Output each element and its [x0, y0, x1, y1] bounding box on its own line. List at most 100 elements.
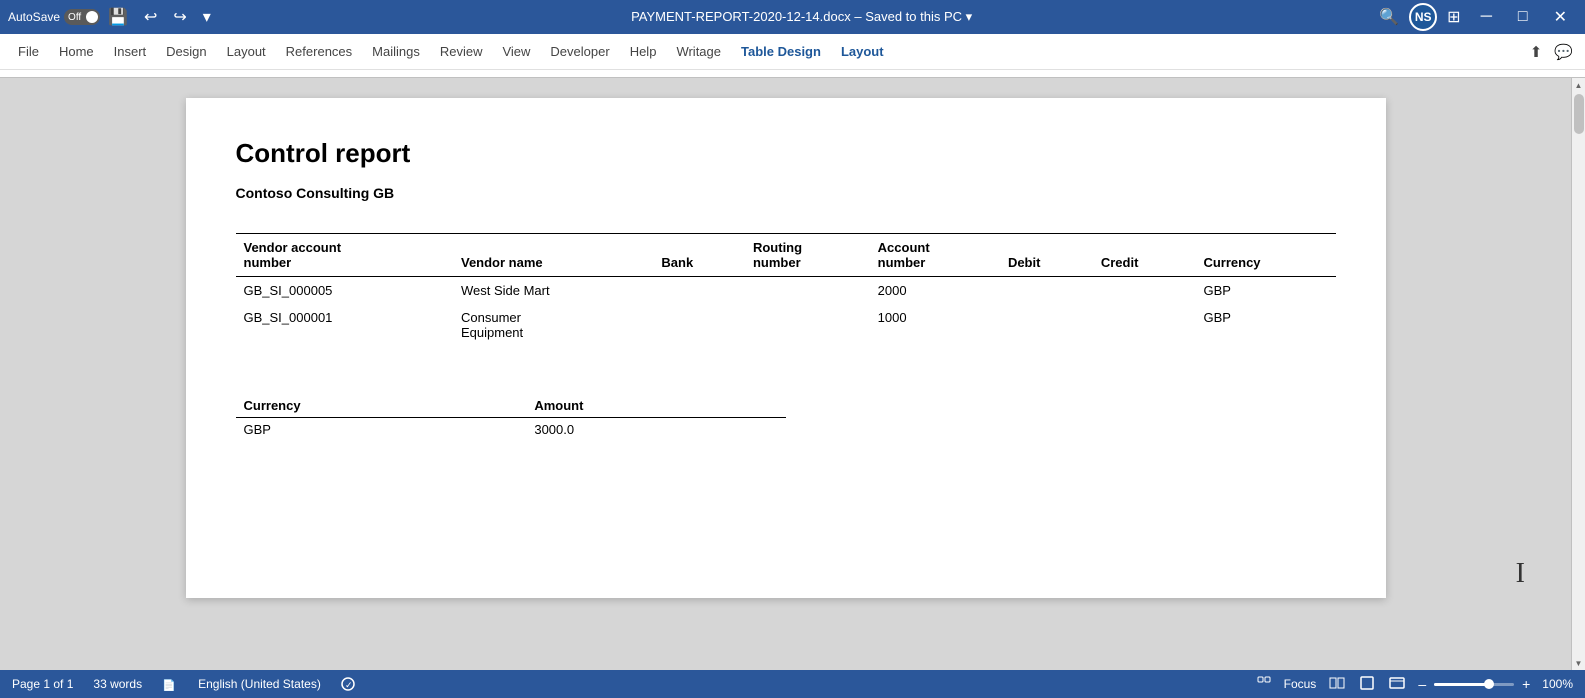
redo-icon[interactable]: ↪: [169, 5, 190, 29]
restore-button[interactable]: □: [1508, 6, 1538, 28]
scrollbar-track[interactable]: [1572, 92, 1585, 656]
autosave-toggle[interactable]: Off: [64, 9, 100, 25]
table-row: GB_SI_000001 ConsumerEquipment 1000 GBP: [236, 304, 1336, 346]
cell-vendor-account-2: GB_SI_000001: [236, 304, 453, 346]
col-currency: Currency: [1195, 234, 1335, 277]
cell-routing-2: [745, 304, 870, 346]
cell-vendor-name-1: West Side Mart: [453, 277, 653, 305]
cell-currency-1: GBP: [1195, 277, 1335, 305]
minimize-button[interactable]: ─: [1471, 6, 1502, 28]
read-mode-button[interactable]: [1324, 674, 1350, 695]
scroll-down-arrow[interactable]: ▼: [1572, 656, 1585, 670]
save-status-arrow[interactable]: ▾: [966, 9, 973, 24]
ribbon: [0, 70, 1585, 78]
toggle-knob: [86, 11, 98, 23]
quick-access-toolbar: 💾 ↩ ↪ ▾: [104, 5, 215, 29]
zoom-in-button[interactable]: +: [1518, 675, 1534, 693]
menu-bar: File Home Insert Design Layout Reference…: [0, 34, 1585, 70]
col-account-number: Accountnumber: [870, 234, 1000, 277]
title-bar: AutoSave Off 💾 ↩ ↪ ▾ PAYMENT-REPORT-2020…: [0, 0, 1585, 34]
cell-credit-1: [1093, 277, 1196, 305]
page-info[interactable]: Page 1 of 1: [8, 675, 77, 693]
menu-view[interactable]: View: [492, 38, 540, 65]
document-page: Control report Contoso Consulting GB Ven…: [186, 98, 1386, 598]
cell-credit-2: [1093, 304, 1196, 346]
cell-vendor-name-2: ConsumerEquipment: [453, 304, 653, 346]
cell-vendor-account-1: GB_SI_000005: [236, 277, 453, 305]
cell-bank-2: [653, 304, 745, 346]
cell-debit-2: [1000, 304, 1093, 346]
word-count[interactable]: 33 words: [89, 675, 146, 693]
search-icon[interactable]: 🔍: [1375, 5, 1403, 29]
menu-home[interactable]: Home: [49, 38, 104, 65]
menu-file[interactable]: File: [8, 38, 49, 65]
zoom-slider[interactable]: [1434, 683, 1514, 686]
menu-layout[interactable]: Layout: [217, 38, 276, 65]
layout-icon[interactable]: ⊞: [1443, 5, 1464, 29]
document-subtitle: Contoso Consulting GB: [236, 185, 1336, 201]
table-spacer-row: [236, 346, 1336, 362]
zoom-slider-thumb[interactable]: [1484, 679, 1494, 689]
document-title: Control report: [236, 138, 1336, 169]
col-vendor-name: Vendor name: [453, 234, 653, 277]
status-bar: Page 1 of 1 33 words 📄 English (United S…: [0, 670, 1585, 698]
menu-table-design[interactable]: Table Design: [731, 38, 831, 65]
menu-review[interactable]: Review: [430, 38, 493, 65]
main-area: Control report Contoso Consulting GB Ven…: [0, 78, 1585, 670]
menu-design[interactable]: Design: [156, 38, 216, 65]
svg-text:✓: ✓: [345, 680, 353, 690]
menu-help[interactable]: Help: [620, 38, 667, 65]
title-bar-left: AutoSave Off 💾 ↩ ↪ ▾: [8, 5, 228, 29]
scrollbar-thumb[interactable]: [1574, 94, 1584, 134]
autosave-label: AutoSave: [8, 10, 60, 24]
web-layout-button[interactable]: [1384, 674, 1410, 695]
cell-bank-1: [653, 277, 745, 305]
menu-mailings[interactable]: Mailings: [362, 38, 430, 65]
undo-icon[interactable]: ↩: [140, 5, 161, 29]
cell-currency-2: GBP: [1195, 304, 1335, 346]
cell-routing-1: [745, 277, 870, 305]
cell-debit-1: [1000, 277, 1093, 305]
cell-account-2: 1000: [870, 304, 1000, 346]
menu-writage[interactable]: Writage: [666, 38, 731, 65]
menu-references[interactable]: References: [276, 38, 362, 65]
summary-table: Currency Amount GBP 3000.0: [236, 394, 786, 441]
menu-right-icons: ⬆ 💬: [1526, 41, 1577, 63]
avatar[interactable]: NS: [1409, 3, 1437, 31]
document-container[interactable]: Control report Contoso Consulting GB Ven…: [0, 78, 1571, 670]
scrollbar-right[interactable]: ▲ ▼: [1571, 78, 1585, 670]
summary-col-amount: Amount: [526, 394, 785, 418]
col-routing-number: Routingnumber: [745, 234, 870, 277]
table-header-row: Vendor accountnumber Vendor name Bank Ro…: [236, 234, 1336, 277]
menu-layout-2[interactable]: Layout: [831, 38, 894, 65]
zoom-out-button[interactable]: –: [1414, 675, 1430, 693]
language[interactable]: English (United States): [194, 675, 325, 693]
focus-button[interactable]: [1252, 674, 1276, 695]
zoom-level[interactable]: 100%: [1538, 675, 1577, 693]
customize-icon[interactable]: ▾: [199, 5, 215, 29]
accessibility-icon[interactable]: ✓: [337, 675, 359, 693]
share-icon[interactable]: ⬆: [1526, 41, 1547, 63]
menu-developer[interactable]: Developer: [540, 38, 619, 65]
summary-currency: GBP: [236, 418, 527, 442]
scroll-up-arrow[interactable]: ▲: [1572, 78, 1585, 92]
save-status: – Saved to this PC: [854, 9, 962, 24]
close-button[interactable]: ✕: [1544, 5, 1577, 29]
svg-text:📄: 📄: [162, 679, 176, 691]
menu-insert[interactable]: Insert: [104, 38, 157, 65]
summary-amount: 3000.0: [526, 418, 785, 442]
title-bar-right: 🔍 NS ⊞ ─ □ ✕: [1375, 3, 1577, 31]
zoom-slider-fill: [1434, 683, 1486, 686]
toggle-off-text: Off: [68, 12, 81, 23]
col-vendor-account: Vendor accountnumber: [236, 234, 453, 277]
comment-icon[interactable]: 💬: [1550, 41, 1577, 63]
focus-label[interactable]: Focus: [1280, 675, 1321, 693]
save-icon[interactable]: 💾: [104, 5, 132, 29]
col-credit: Credit: [1093, 234, 1196, 277]
cell-account-1: 2000: [870, 277, 1000, 305]
proofing-icon[interactable]: 📄: [158, 675, 182, 693]
filename: PAYMENT-REPORT-2020-12-14.docx: [631, 9, 851, 24]
table-row: GB_SI_000005 West Side Mart 2000 GBP: [236, 277, 1336, 305]
print-layout-button[interactable]: [1354, 674, 1380, 695]
summary-col-currency: Currency: [236, 394, 527, 418]
